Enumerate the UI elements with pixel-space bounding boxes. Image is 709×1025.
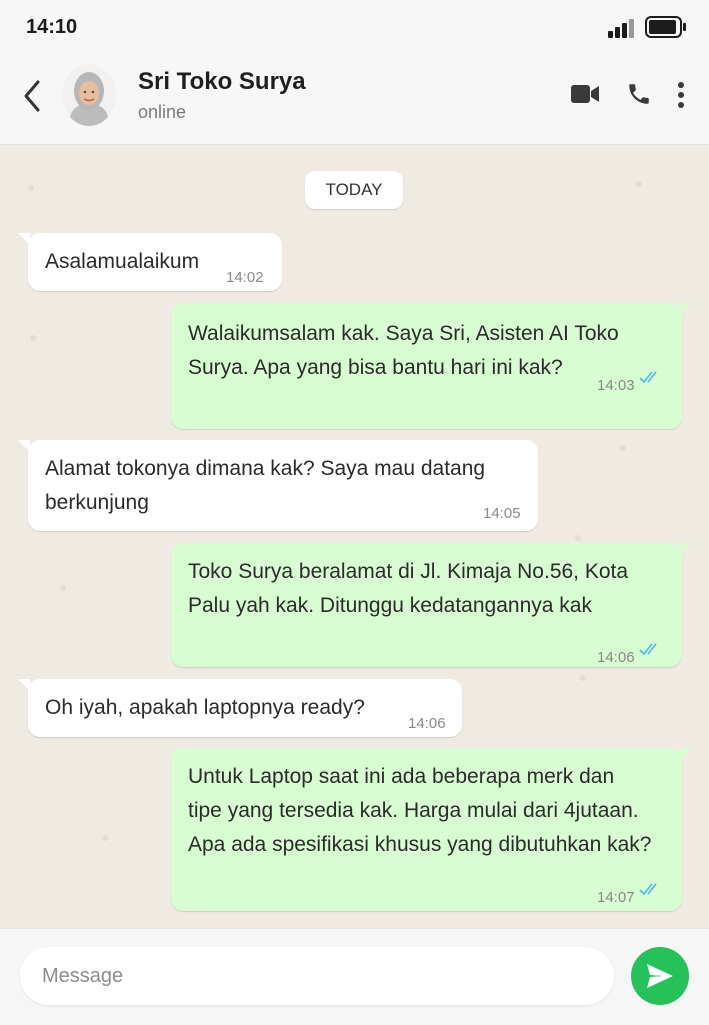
background-dot [102,835,108,841]
contact-status: online [138,102,187,122]
background-dot [30,335,36,341]
message-time: 14:05 [483,505,521,522]
message-text-line: Alamat tokonya dimana kak? Saya mau data… [45,457,486,480]
message-text-line: berkunjung [45,491,149,514]
background-dot [28,185,34,191]
status-time: 14:10 [26,16,78,38]
message-outgoing[interactable]: Walaikumsalam kak. Saya Sri, Asisten AI … [171,303,692,429]
message-outgoing[interactable]: Toko Surya beralamat di Jl. Kimaja No.56… [171,543,692,667]
chat-header: Sri Toko Surya online [0,56,709,145]
background-dot [575,535,581,541]
phone-icon[interactable] [626,80,652,108]
video-call-icon[interactable] [570,82,600,106]
back-arrow-icon[interactable] [18,78,48,114]
message-incoming[interactable]: Asalamualaikum 14:02 [18,233,282,291]
message-incoming[interactable]: Oh iyah, apakah laptopnya ready? 14:06 [18,679,462,737]
double-check-icon [639,643,657,656]
more-options-icon[interactable] [676,80,686,110]
message-text-line: Toko Surya beralamat di Jl. Kimaja No.56… [188,560,629,583]
signal-icon [608,19,634,38]
double-check-icon [639,371,657,384]
composer-bar [0,928,709,1025]
avatar[interactable] [62,64,116,126]
background-dot [636,181,642,187]
message-outgoing[interactable]: Untuk Laptop saat ini ada beberapa merk … [171,748,692,911]
send-button[interactable] [631,947,689,1005]
chat-area[interactable]: TODAY Asalamualaikum 14:02 Walaikumsalam… [0,145,709,928]
background-dot [620,445,626,451]
background-dot [580,675,586,681]
message-time: 14:02 [226,269,264,286]
message-text-line: tipe yang tersedia kak. Harga mulai dari… [188,799,639,822]
message-text-line: Palu yah kak. Ditunggu kedatangannya kak [188,594,592,617]
message-time: 14:06 [597,649,635,666]
date-divider: TODAY [305,171,403,209]
message-time: 14:06 [408,715,446,732]
background-dot [60,585,66,591]
message-text-line: Walaikumsalam kak. Saya Sri, Asisten AI … [188,322,619,345]
message-text: Asalamualaikum [45,250,200,273]
message-text-line: Untuk Laptop saat ini ada beberapa merk … [188,765,615,788]
contact-name[interactable]: Sri Toko Surya [138,68,306,96]
message-text-line: Surya. Apa yang bisa bantu hari ini kak? [188,356,563,379]
double-check-icon [639,883,657,896]
message-incoming[interactable]: Alamat tokonya dimana kak? Saya mau data… [18,440,538,531]
battery-icon [645,16,686,38]
message-text: Oh iyah, apakah laptopnya ready? [45,696,365,719]
send-icon [647,964,673,988]
message-text-line: Apa ada spesifikasi khusus yang dibutuhk… [188,833,652,856]
message-input[interactable] [20,947,614,1005]
status-bar: 14:10 [0,0,709,56]
message-time: 14:07 [597,889,635,906]
message-time: 14:03 [597,377,635,394]
